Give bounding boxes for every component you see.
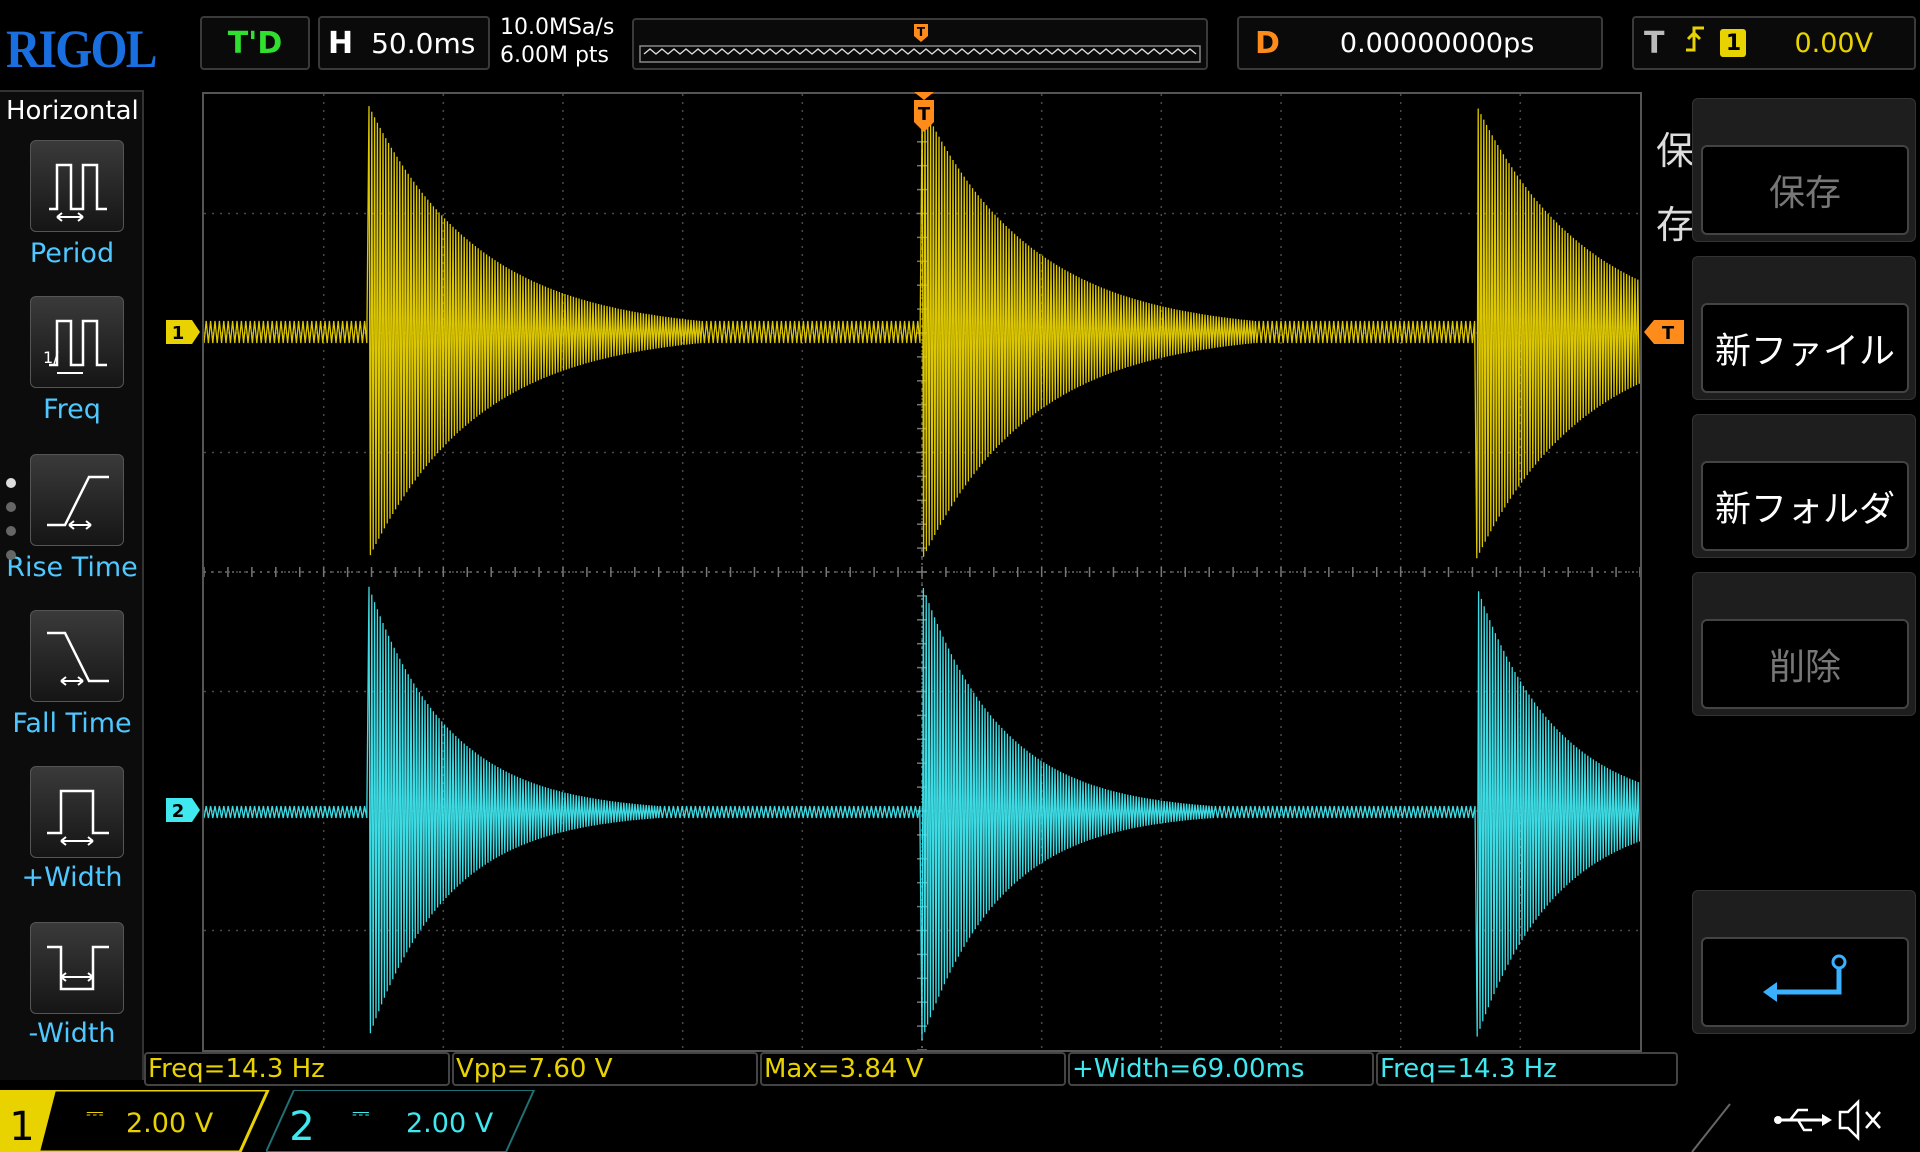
trigger-level: 0.00V [1794,27,1874,59]
return-arrow-icon [1763,954,1847,1002]
delay-display[interactable]: D 0.00000000ps [1237,16,1603,70]
page-dot-active [6,478,16,488]
ch2-scale-tab[interactable]: 2 ⎓ 2.00 V [264,1089,536,1152]
period-label: Period [29,238,115,269]
positive-width-label: +Width [21,862,123,893]
negative-width-button[interactable] [30,922,124,1014]
rise-time-icon [47,475,109,530]
back-button-frame [1692,890,1916,1034]
fall-time-icon [47,631,109,686]
waveform-display[interactable] [202,92,1642,1052]
new-folder-button-frame: 新フォルダ [1692,414,1916,558]
right-menu-title-char: 保 [1656,129,1695,173]
ch2-offset-marker[interactable]: 2 [166,798,202,826]
period-icon [49,163,107,222]
delay-value: 0.00000000ps [1339,27,1535,59]
acquisition-info: 10.0MSa/s 6.00M pts [500,14,614,70]
left-menu-panel: Horizontal Period 1/ Freq Rise Time Fall… [0,90,144,1080]
timebase-display[interactable]: H 50.0ms [318,16,490,70]
new-file-button-frame: 新ファイル [1692,256,1916,400]
rise-time-button[interactable] [30,454,124,546]
fall-time-button[interactable] [30,610,124,702]
timeline-svg: T [639,24,1201,63]
negative-width-icon [47,945,109,991]
rise-time-label: Rise Time [6,552,138,583]
save-button[interactable]: 保存 [1701,145,1909,235]
status-area [1690,1090,1920,1152]
fall-time-label: Fall Time [12,708,132,739]
delete-button[interactable]: 削除 [1701,619,1909,709]
positive-width-icon [47,789,109,846]
delay-letter: D [1255,25,1280,61]
speaker-muted-icon [1838,1098,1881,1142]
trigger-source-badge: 1 [1720,29,1747,57]
measurement-ch1-freq[interactable]: Freq=14.3 Hz [144,1052,450,1086]
freq-icon: 1/ [43,319,107,374]
right-menu-title-char: 存 [1656,203,1695,247]
trigger-position-marker[interactable]: T [910,92,938,140]
svg-text:2: 2 [172,801,185,822]
page-dot [6,526,16,536]
waveform-grid [203,93,1641,1051]
ch1-scale: 2.00 V [126,1108,214,1139]
freq-button[interactable]: 1/ [30,296,124,388]
back-button[interactable] [1701,937,1909,1027]
ch2-scale: 2.00 V [406,1108,494,1139]
left-menu-title: Horizontal [6,96,139,126]
save-button-frame: 保存 [1692,98,1916,242]
timeline-trigger-icon: T [914,24,928,42]
ch1-dc-coupling-icon: ⎓ [86,1101,104,1126]
timebase-value: 50.0ms [371,26,476,60]
run-status-badge[interactable]: T'D [200,16,310,70]
timebase-letter: H [328,25,354,61]
ch1-waveform [203,104,1640,559]
rising-edge-icon [1684,24,1706,62]
memory-depth: 6.00M pts [500,43,610,68]
ch1-number: 1 [9,1104,34,1150]
svg-text:T: T [917,25,926,39]
delete-button-frame: 削除 [1692,572,1916,716]
trigger-display[interactable]: T 1 0.00V [1632,16,1916,70]
memory-timeline[interactable]: T [632,18,1208,70]
positive-width-button[interactable] [30,766,124,858]
ch1-scale-tab[interactable]: 1 ⎓ 2.00 V [0,1088,271,1152]
trigger-letter: T [1644,25,1665,61]
page-dot [6,502,16,512]
new-folder-button[interactable]: 新フォルダ [1701,461,1909,551]
ch2-dc-coupling-icon: ⎓ [352,1101,370,1126]
rigol-logo: RIGOL [6,19,157,79]
measurement-ch1-max[interactable]: Max=3.84 V [760,1052,1066,1086]
measurement-ch2-width[interactable]: +Width=69.00ms [1068,1052,1374,1086]
measurement-ch1-vpp[interactable]: Vpp=7.60 V [452,1052,758,1086]
ch1-offset-marker[interactable]: 1 [166,320,202,348]
ch2-number: 2 [289,1104,314,1150]
sample-rate: 10.0MSa/s [500,15,615,40]
measurement-ch2-freq[interactable]: Freq=14.3 Hz [1376,1052,1678,1086]
negative-width-label: -Width [28,1018,116,1049]
svg-text:T: T [918,104,931,125]
usb-icon [1774,1108,1832,1132]
page-dot [6,550,16,560]
freq-label: Freq [43,394,101,425]
svg-text:1/: 1/ [43,348,59,367]
new-file-button[interactable]: 新ファイル [1701,303,1909,393]
svg-text:1: 1 [172,323,185,344]
period-button[interactable] [30,140,124,232]
